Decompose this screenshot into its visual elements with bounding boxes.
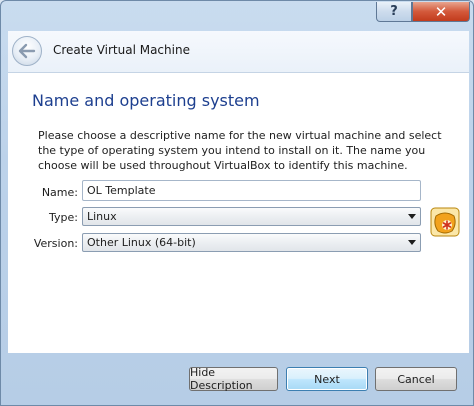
name-field[interactable]: OL Template	[82, 180, 421, 201]
cancel-button[interactable]: Cancel	[375, 367, 457, 391]
dialog-window: ? ✕ Create Virtual Machine Name and oper…	[0, 0, 474, 406]
next-button[interactable]: Next	[286, 367, 368, 391]
chevron-down-icon	[408, 214, 416, 219]
chevron-down-icon	[408, 240, 416, 245]
version-select-value: Other Linux (64-bit)	[87, 236, 196, 249]
wizard-content: Name and operating system Please choose …	[8, 73, 469, 353]
linux-os-icon	[430, 207, 460, 237]
wizard-title: Create Virtual Machine	[53, 43, 190, 57]
version-select[interactable]: Other Linux (64-bit)	[82, 233, 421, 252]
button-bar: Hide Description Next Cancel	[1, 353, 474, 406]
help-icon: ?	[390, 4, 398, 19]
back-button[interactable]	[12, 36, 42, 66]
wizard-header: Create Virtual Machine	[8, 31, 469, 73]
name-label: Name:	[41, 186, 78, 199]
back-arrow-icon	[18, 43, 36, 59]
help-button[interactable]: ?	[376, 2, 412, 22]
version-label: Version:	[33, 237, 78, 250]
page-description: Please choose a descriptive name for the…	[38, 129, 442, 172]
hide-description-button[interactable]: Hide Description	[189, 366, 278, 392]
type-select-value: Linux	[87, 210, 117, 223]
type-label: Type:	[49, 211, 78, 224]
type-select[interactable]: Linux	[82, 207, 421, 226]
close-button[interactable]: ✕	[412, 2, 470, 22]
title-bar: ? ✕	[1, 1, 474, 31]
close-icon: ✕	[434, 2, 448, 21]
page-title: Name and operating system	[32, 91, 260, 110]
